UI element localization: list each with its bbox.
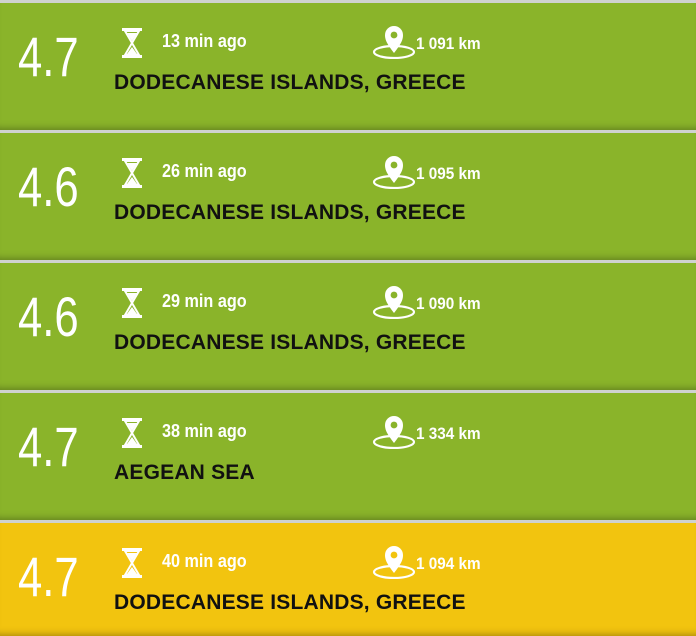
time-ago: 38 min ago: [162, 421, 247, 441]
earthquake-row[interactable]: 4.7 13 min ago 1 091 km DODECANESE ISLAN…: [0, 0, 696, 130]
magnitude-value: 4.6: [18, 285, 79, 348]
earthquake-list: 4.7 13 min ago 1 091 km DODECANESE ISLAN…: [0, 0, 696, 636]
region-name: AEGEAN SEA: [114, 461, 255, 484]
distance-value: 1 090 km: [416, 294, 481, 313]
location-pin-icon: [372, 285, 416, 320]
magnitude-value: 4.7: [18, 25, 79, 88]
time-ago: 13 min ago: [162, 31, 247, 51]
location-pin-icon: [372, 415, 416, 450]
earthquake-row[interactable]: 4.6 26 min ago 1 095 km DODECANESE ISLAN…: [0, 130, 696, 260]
hourglass-icon: [122, 158, 142, 188]
location-pin-icon: [372, 155, 416, 190]
distance-value: 1 334 km: [416, 424, 481, 443]
earthquake-row[interactable]: 4.7 38 min ago 1 334 km AEGEAN SEA: [0, 390, 696, 520]
location-pin-icon: [372, 545, 416, 580]
region-name: DODECANESE ISLANDS, GREECE: [114, 201, 466, 224]
region-name: DODECANESE ISLANDS, GREECE: [114, 71, 466, 94]
earthquake-row[interactable]: 4.6 29 min ago 1 090 km DODECANESE ISLAN…: [0, 260, 696, 390]
distance-value: 1 094 km: [416, 554, 481, 573]
hourglass-icon: [122, 28, 142, 58]
hourglass-icon: [122, 288, 142, 318]
magnitude-value: 4.7: [18, 545, 79, 608]
distance-value: 1 095 km: [416, 164, 481, 183]
earthquake-row[interactable]: 4.7 40 min ago 1 094 km DODECANESE ISLAN…: [0, 520, 696, 636]
magnitude-value: 4.6: [18, 155, 79, 218]
time-ago: 29 min ago: [162, 291, 247, 311]
magnitude-value: 4.7: [18, 415, 79, 478]
time-ago: 26 min ago: [162, 161, 247, 181]
region-name: DODECANESE ISLANDS, GREECE: [114, 591, 466, 614]
distance-value: 1 091 km: [416, 34, 481, 53]
hourglass-icon: [122, 548, 142, 578]
time-ago: 40 min ago: [162, 551, 247, 571]
location-pin-icon: [372, 25, 416, 60]
hourglass-icon: [122, 418, 142, 448]
region-name: DODECANESE ISLANDS, GREECE: [114, 331, 466, 354]
